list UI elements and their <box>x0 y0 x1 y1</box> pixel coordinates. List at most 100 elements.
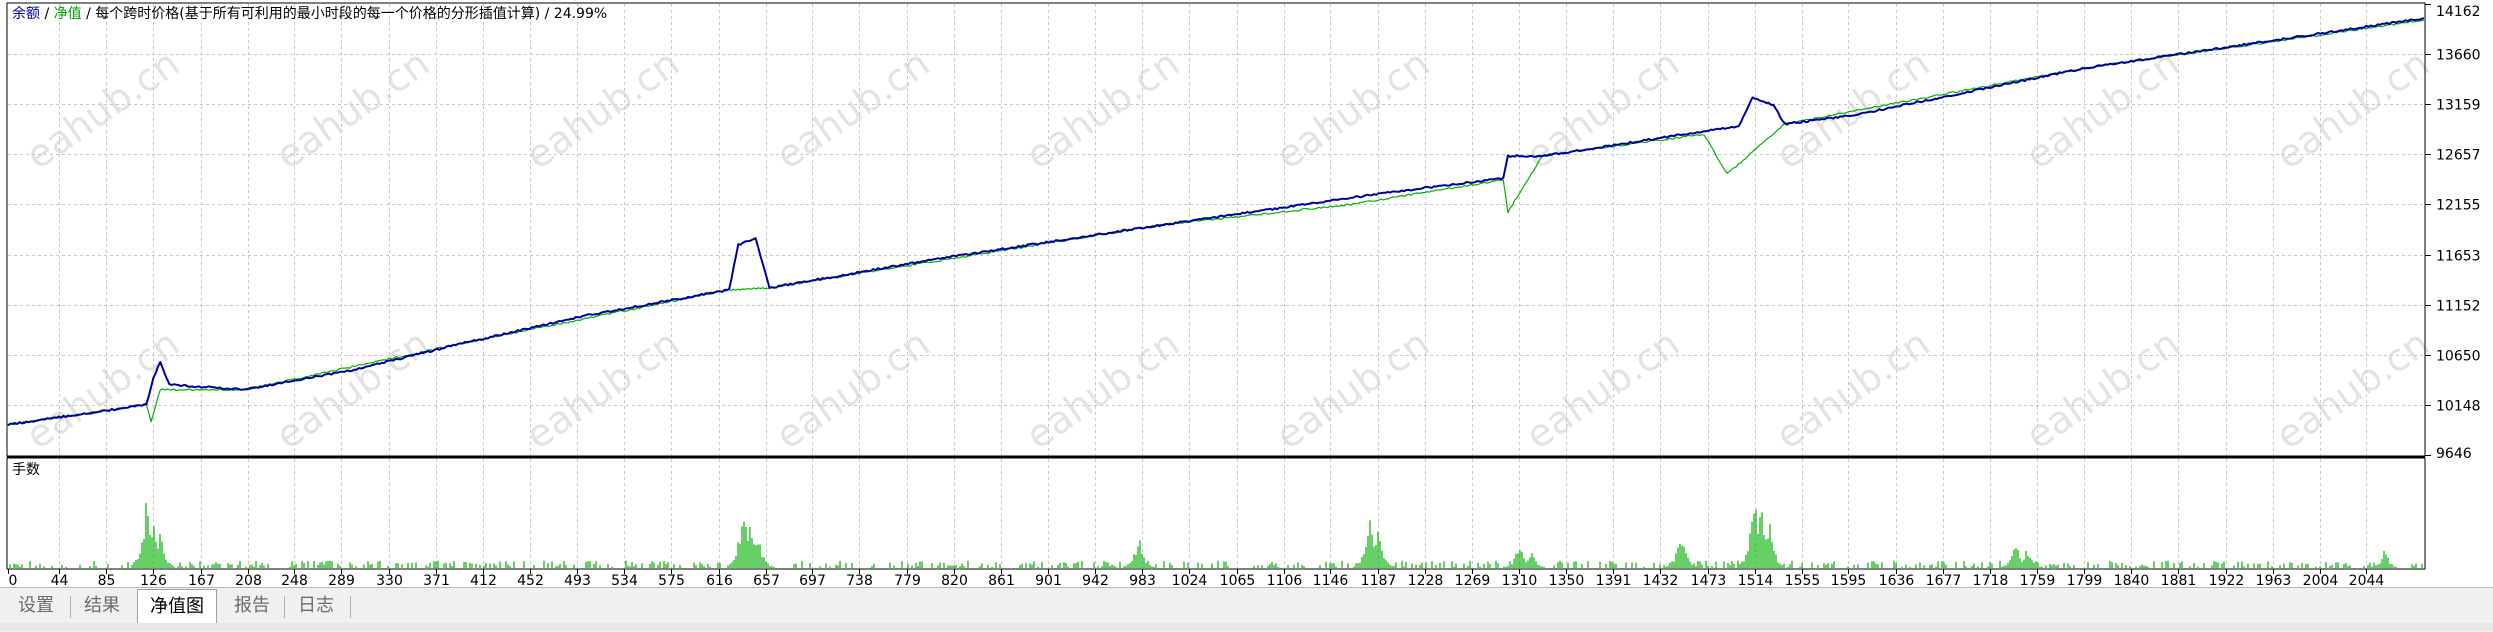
watermark-text: eahub.cn <box>1518 321 1687 458</box>
x-tick-label: 1799 <box>2067 573 2103 587</box>
x-tick-label: 1718 <box>1973 573 2009 587</box>
x-tick-label: 779 <box>894 573 921 587</box>
tab-report[interactable]: 报告 <box>222 592 282 620</box>
x-tick-label: 657 <box>753 573 780 587</box>
y-tick-label: 11152 <box>2436 299 2481 315</box>
y-tick-label: 12155 <box>2436 198 2481 214</box>
x-tick-label: 697 <box>799 573 826 587</box>
x-tick-label: 1024 <box>1172 573 1208 587</box>
equity-chart: eahub.cn eahub.cn eahub.cn eahub.cn eahub.cn… <box>6 2 2481 587</box>
x-tick-label: 248 <box>281 573 308 587</box>
tab-equity-graph[interactable]: 净值图 <box>137 589 217 623</box>
y-tick-label: 10148 <box>2436 399 2481 415</box>
x-tick-label: 1350 <box>1549 573 1585 587</box>
watermark-text: eahub.cn <box>1268 41 1437 178</box>
watermark-text: eahub.cn <box>1518 41 1687 178</box>
watermark-text: eahub.cn <box>18 41 187 178</box>
x-tick-label: 1759 <box>2020 573 2056 587</box>
x-tick-label: 452 <box>517 573 544 587</box>
x-tick-label: 1473 <box>1691 573 1727 587</box>
watermark-text: eahub.cn <box>768 41 937 178</box>
x-tick-label: 289 <box>328 573 355 587</box>
x-tick-label: 2044 <box>2349 573 2385 587</box>
chart-legend: 余额 / 净值 / 每个跨时价格(基于所有可利用的最小时段的每一个价格的分形插值… <box>12 5 607 22</box>
x-tick-label: 616 <box>706 573 733 587</box>
x-tick-label: 861 <box>988 573 1015 587</box>
x-tick-label: 1555 <box>1785 573 1821 587</box>
y-tick-label: 10650 <box>2436 349 2481 365</box>
y-tick-label: 13660 <box>2436 48 2481 64</box>
x-tick-label: 371 <box>423 573 450 587</box>
watermark-text: eahub.cn <box>1268 321 1437 458</box>
status-strip <box>0 623 2493 631</box>
y-tick-label: 11653 <box>2436 249 2481 265</box>
tab-separator <box>284 596 285 618</box>
x-tick-label: 1514 <box>1738 573 1774 587</box>
equity-legend-label: 净值 <box>54 6 82 22</box>
x-tick-label: 1065 <box>1220 573 1256 587</box>
y-tick-label: 12657 <box>2436 148 2481 164</box>
strategy-tester-window: eahub.cn eahub.cn eahub.cn eahub.cn eahub.cn… <box>0 0 2493 632</box>
x-tick-label: 1310 <box>1502 573 1538 587</box>
x-tick-label: 1146 <box>1313 573 1349 587</box>
x-tick-label: 2004 <box>2303 573 2339 587</box>
x-tick-label: 126 <box>140 573 167 587</box>
watermark-text: eahub.cn <box>2268 41 2437 178</box>
tab-settings[interactable]: 设置 <box>6 592 66 620</box>
x-tick-label: 1595 <box>1831 573 1867 587</box>
y-tick-label: 9646 <box>2436 446 2472 462</box>
watermark-text: eahub.cn <box>268 321 437 458</box>
x-tick-label: 0 <box>9 573 18 587</box>
volume-panel-frame <box>6 457 2426 570</box>
x-tick-label: 330 <box>376 573 403 587</box>
x-tick-label: 942 <box>1082 573 1109 587</box>
x-tick-label: 1269 <box>1455 573 1491 587</box>
x-tick-label: 983 <box>1129 573 1156 587</box>
chart-description: 每个跨时价格(基于所有可利用的最小时段的每一个价格的分形插值计算) / 24.9… <box>95 5 607 22</box>
watermark-text: eahub.cn <box>2268 321 2437 458</box>
watermark-text: eahub.cn <box>1768 321 1937 458</box>
tab-journal[interactable]: 日志 <box>286 592 346 620</box>
legend-separator: / <box>40 6 54 22</box>
x-tick-label: 44 <box>51 573 69 587</box>
y-tick-label: 14162 <box>2436 4 2481 20</box>
watermark-text: eahub.cn <box>518 321 687 458</box>
balance-legend-label: 余额 <box>12 5 40 22</box>
x-tick-label: 1106 <box>1267 573 1303 587</box>
x-tick-label: 1391 <box>1596 573 1632 587</box>
x-tick-label: 1228 <box>1408 573 1444 587</box>
x-tick-label: 208 <box>235 573 262 587</box>
x-tick-label: 85 <box>98 573 116 587</box>
x-tick-label: 493 <box>564 573 591 587</box>
x-tick-label: 1432 <box>1643 573 1679 587</box>
watermark-text: eahub.cn <box>2018 321 2187 458</box>
x-tick-label: 1840 <box>2114 573 2150 587</box>
watermark-text: eahub.cn <box>768 321 937 458</box>
watermark-text: eahub.cn <box>2018 41 2187 178</box>
watermark-text: eahub.cn <box>268 41 437 178</box>
y-tick-label: 13159 <box>2436 98 2481 114</box>
watermark-text: eahub.cn <box>518 41 687 178</box>
legend-separator-2: / <box>82 6 96 22</box>
watermark-layer: eahub.cn eahub.cn eahub.cn eahub.cn eahub.cn… <box>18 41 2437 458</box>
x-tick-label: 1636 <box>1879 573 1915 587</box>
x-tick-label: 820 <box>941 573 968 587</box>
watermark-text: eahub.cn <box>1018 41 1187 178</box>
x-tick-label: 1881 <box>2161 573 2197 587</box>
x-tick-label: 167 <box>188 573 215 587</box>
x-tick-label: 1187 <box>1361 573 1397 587</box>
volume-bars <box>9 503 2423 568</box>
x-tick-label: 1963 <box>2256 573 2292 587</box>
x-tick-label: 534 <box>611 573 638 587</box>
watermark-text: eahub.cn <box>1018 321 1187 458</box>
x-tick-label: 1677 <box>1926 573 1962 587</box>
tab-results[interactable]: 结果 <box>72 592 132 620</box>
x-tick-label: 575 <box>658 573 685 587</box>
tab-separator <box>70 596 71 618</box>
watermark-text: eahub.cn <box>1768 41 1937 178</box>
x-axis: 0 44 85 126 167 208 248 289 330 371 412 452 493 534 57… <box>8 569 2385 587</box>
x-tick-label: 901 <box>1035 573 1062 587</box>
x-tick-label: 1922 <box>2209 573 2245 587</box>
volume-grid <box>59 459 2367 568</box>
volume-panel-label: 手数 <box>12 462 40 478</box>
